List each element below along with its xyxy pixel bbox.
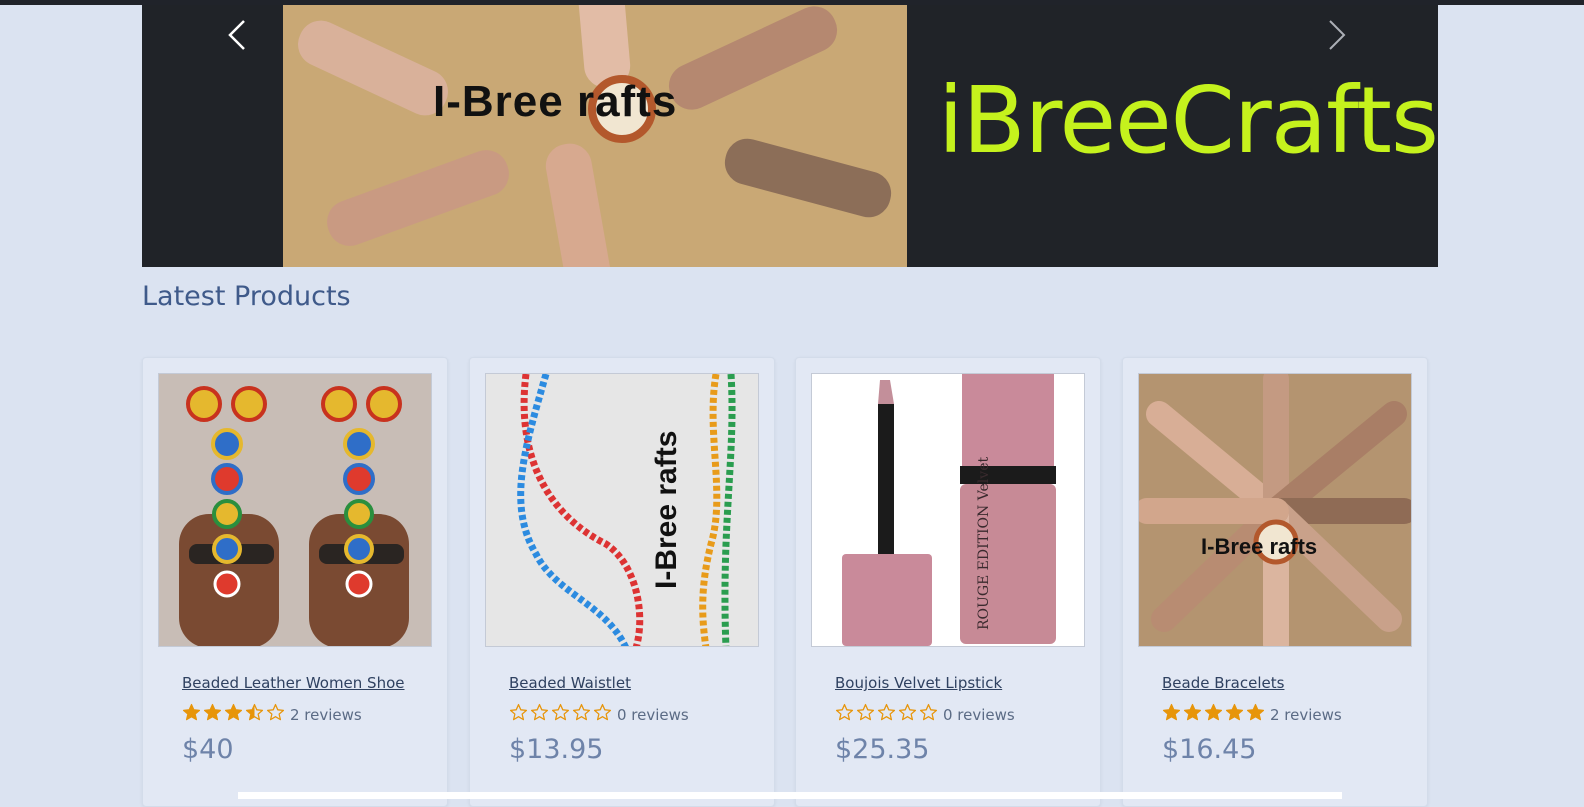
lipstick-label-text: ROUGE EDITION Velvet	[976, 457, 992, 630]
star-full-icon	[182, 703, 201, 721]
star-empty-icon	[266, 703, 285, 721]
rating-stars	[835, 703, 940, 726]
product-name-link[interactable]: Beaded Waistlet	[509, 674, 631, 692]
star-empty-icon	[593, 703, 612, 721]
product-name-link[interactable]: Beaded Leather Women Shoe	[182, 674, 405, 692]
star-empty-icon	[919, 703, 938, 721]
product-price: $25.35	[835, 734, 930, 765]
product-name-link[interactable]: Boujois Velvet Lipstick	[835, 674, 1002, 692]
star-full-icon	[1183, 703, 1202, 721]
star-empty-icon	[509, 703, 528, 721]
velvet-lipstick-image: ROUGE EDITION Velvet	[812, 374, 1084, 646]
product-image[interactable]	[158, 373, 432, 647]
product-price: $16.45	[1162, 734, 1257, 765]
star-full-icon	[224, 703, 243, 721]
product-rating: 0 reviews	[835, 703, 1015, 726]
star-empty-icon	[835, 703, 854, 721]
beaded-sandals-image	[159, 374, 431, 646]
star-half-icon	[245, 703, 264, 721]
product-name-link[interactable]: Beade Bracelets	[1162, 674, 1284, 692]
star-full-icon	[1204, 703, 1223, 721]
rating-stars	[182, 703, 287, 726]
review-count: 0 reviews	[617, 705, 689, 724]
star-full-icon	[1225, 703, 1244, 721]
star-empty-icon	[551, 703, 570, 721]
next-row-peek	[238, 792, 1342, 799]
star-full-icon	[1162, 703, 1181, 721]
chevron-left-icon	[228, 20, 245, 50]
rating-stars	[1162, 703, 1267, 726]
hero-logo-text: I-Bree rafts	[433, 77, 678, 126]
product-card[interactable]: I-Bree rafts Beaded Waistlet 0 reviews $…	[469, 357, 775, 807]
beaded-waistlet-image: I-Bree rafts	[486, 374, 758, 646]
product-image[interactable]: I-Bree rafts	[485, 373, 759, 647]
beaded-bracelets-image: I-Bree rafts	[1139, 374, 1411, 646]
product-card[interactable]: Beaded Leather Women Shoe 2 reviews $40	[142, 357, 448, 807]
product-rating: 2 reviews	[182, 703, 362, 726]
review-count: 0 reviews	[943, 705, 1015, 724]
product-card[interactable]: ROUGE EDITION Velvet Boujois Velvet Lips…	[795, 357, 1101, 807]
star-full-icon	[1246, 703, 1265, 721]
carousel-next-button[interactable]	[1322, 19, 1350, 51]
star-empty-icon	[898, 703, 917, 721]
product-price: $13.95	[509, 734, 604, 765]
hero-image: I-Bree rafts	[283, 5, 907, 267]
bracelets-logo-text: I-Bree rafts	[1201, 534, 1317, 559]
star-empty-icon	[572, 703, 591, 721]
review-count: 2 reviews	[1270, 705, 1342, 724]
star-empty-icon	[877, 703, 896, 721]
product-card[interactable]: I-Bree rafts Beade Bracelets 2 reviews $…	[1122, 357, 1428, 807]
star-empty-icon	[856, 703, 875, 721]
rating-stars	[509, 703, 614, 726]
latest-products-heading: Latest Products	[142, 281, 351, 312]
hero-carousel[interactable]: I-Bree rafts iBreeCrafts	[142, 5, 1438, 267]
waistlet-logo-text: I-Bree rafts	[650, 431, 683, 589]
product-price: $40	[182, 734, 234, 765]
product-rating: 2 reviews	[1162, 703, 1342, 726]
brand-title: iBreeCrafts	[938, 67, 1438, 174]
product-image[interactable]: I-Bree rafts	[1138, 373, 1412, 647]
star-full-icon	[203, 703, 222, 721]
chevron-right-icon	[1329, 20, 1346, 50]
review-count: 2 reviews	[290, 705, 362, 724]
star-empty-icon	[530, 703, 549, 721]
product-grid: Beaded Leather Women Shoe 2 reviews $40	[142, 357, 1438, 807]
product-rating: 0 reviews	[509, 703, 689, 726]
carousel-prev-button[interactable]	[224, 19, 252, 51]
product-image[interactable]: ROUGE EDITION Velvet	[811, 373, 1085, 647]
